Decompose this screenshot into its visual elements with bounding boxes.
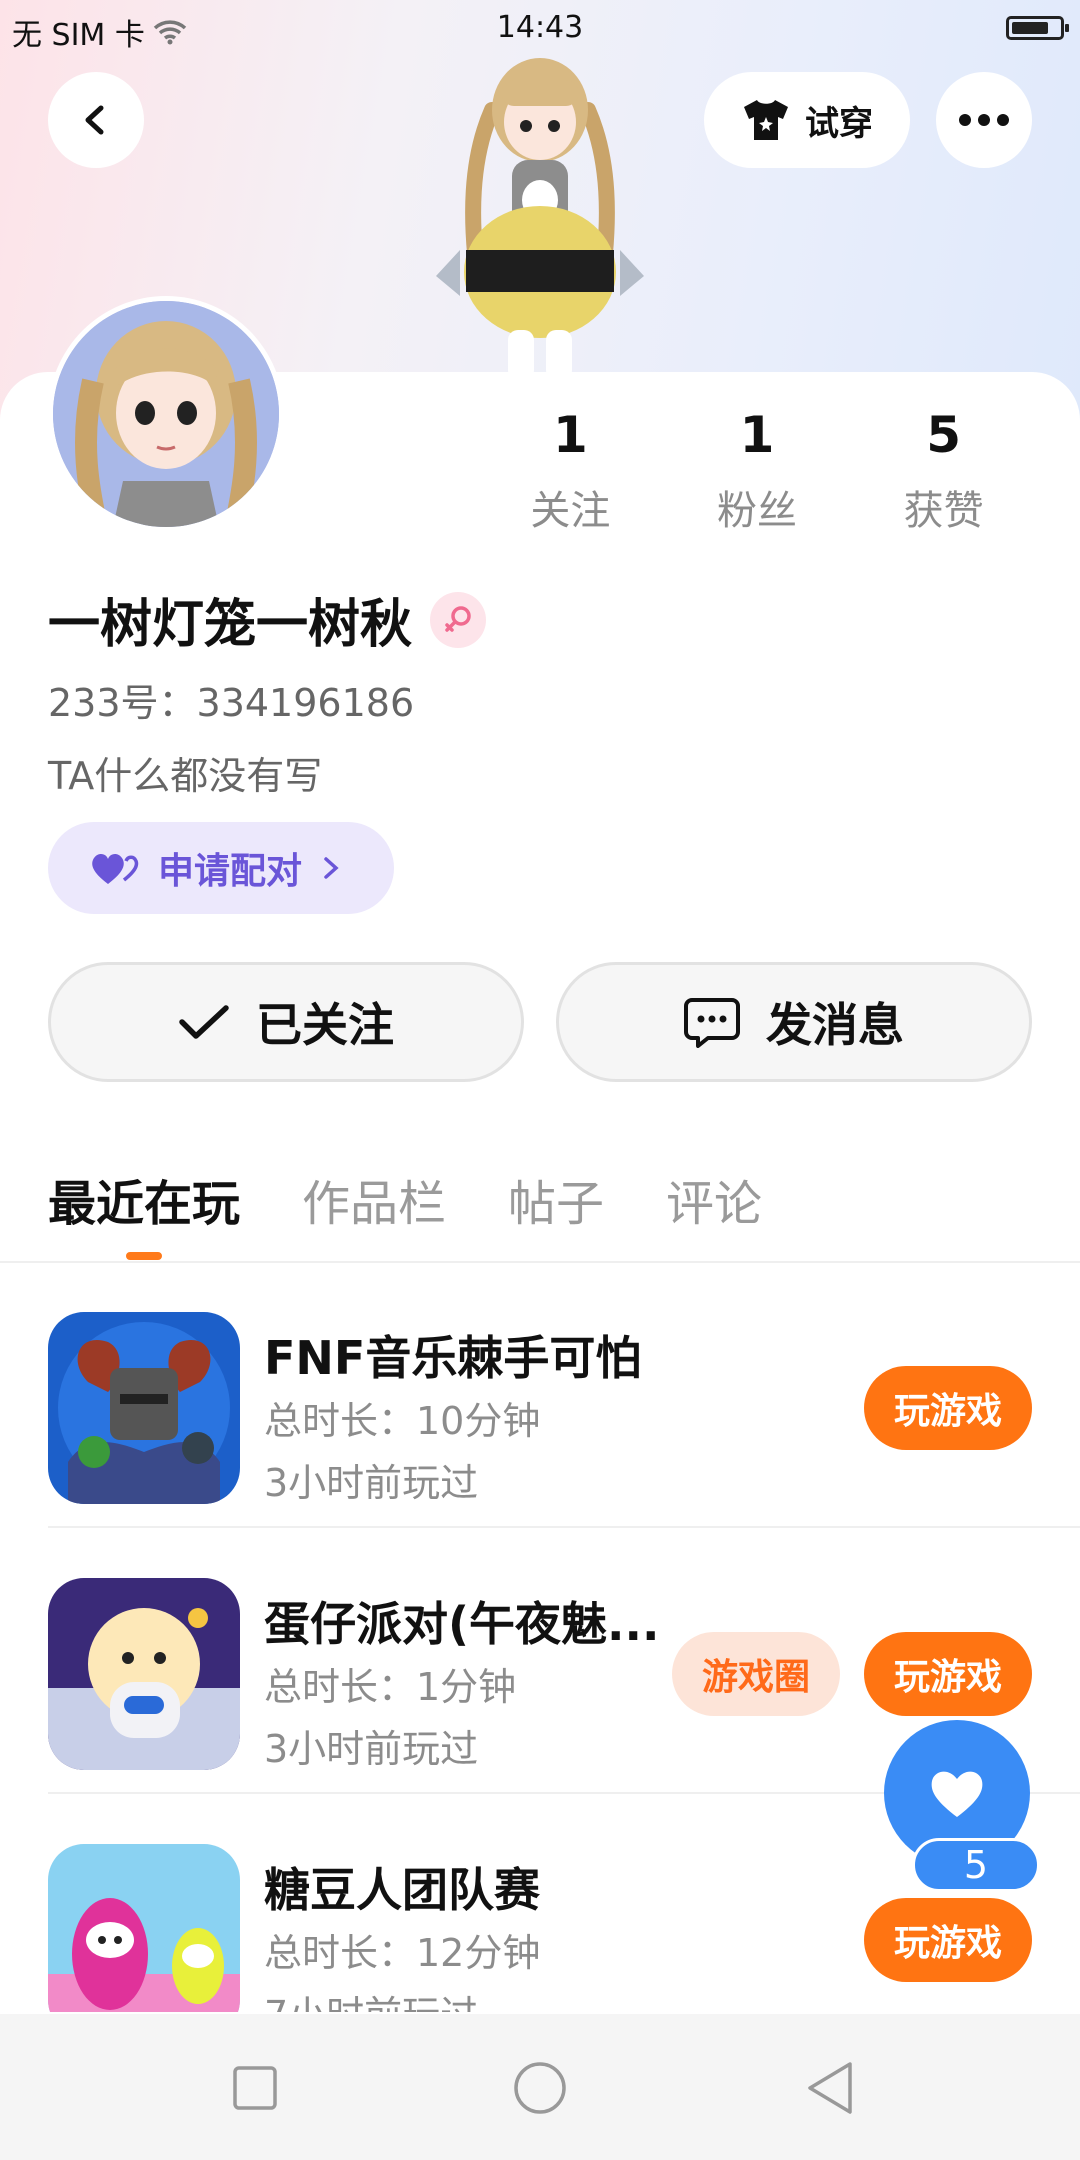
avatar-character-image <box>436 58 644 380</box>
tab-recently-played[interactable]: 最近在玩 <box>48 1164 240 1260</box>
try-on-label: 试穿 <box>805 103 873 144</box>
game-icon-eggy-party <box>48 1578 240 1770</box>
game-last-played: 7小时前玩过 <box>264 1984 478 2012</box>
chevron-left-icon <box>85 105 104 135</box>
battery-icon <box>1006 16 1069 40</box>
profile-stats: 1 关注 1 粉丝 5 获赞 <box>480 400 1040 536</box>
chat-bubble-icon <box>684 998 740 1048</box>
game-last-played: 3小时前玩过 <box>264 1727 479 1771</box>
following-stat[interactable]: 1 关注 <box>474 400 667 536</box>
home-button[interactable] <box>510 2058 570 2118</box>
system-navigation-bar <box>0 2014 1080 2160</box>
user-bio: TA什么都没有写 <box>48 754 323 798</box>
back-nav-button[interactable] <box>800 2058 860 2118</box>
more-options-button[interactable] <box>936 72 1032 168</box>
tab-posts[interactable]: 帖子 <box>508 1164 604 1256</box>
list-item[interactable]: FNF音乐棘手可怕 总时长：10分钟 3小时前玩过 玩游戏 <box>0 1262 1080 1528</box>
back-button[interactable] <box>48 72 144 168</box>
game-name: FNF音乐棘手可怕 <box>264 1331 642 1385</box>
user-id: 233号：334196186 <box>48 681 415 725</box>
square-icon <box>233 2066 277 2110</box>
double-heart-icon <box>92 853 139 884</box>
likes-label: 获赞 <box>903 488 984 534</box>
recently-played-list: FNF音乐棘手可怕 总时长：10分钟 3小时前玩过 玩游戏 蛋仔派对(午夜魅..… <box>0 1262 1080 2012</box>
send-message-label: 发消息 <box>766 998 904 1052</box>
game-name: 糖豆人团队赛 <box>264 1863 540 1917</box>
send-message-button[interactable]: 发消息 <box>556 962 1032 1082</box>
heart-icon <box>931 1771 983 1817</box>
username-row: 一树灯笼一树秋 <box>48 582 487 657</box>
avatar[interactable] <box>48 296 284 532</box>
followed-label: 已关注 <box>256 998 394 1052</box>
play-game-button[interactable]: 玩游戏 <box>864 1632 1032 1716</box>
game-icon-fall-guys <box>48 1844 240 2012</box>
following-label: 关注 <box>530 488 611 534</box>
try-on-button[interactable]: 试穿 <box>704 72 910 168</box>
game-name: 蛋仔派对(午夜魅... <box>264 1597 660 1651</box>
tab-works[interactable]: 作品栏 <box>302 1164 446 1256</box>
female-gender-icon <box>430 591 487 648</box>
play-game-button[interactable]: 玩游戏 <box>864 1898 1032 1982</box>
circle-icon <box>514 2062 566 2114</box>
game-last-played: 3小时前玩过 <box>264 1461 479 1505</box>
game-circle-button[interactable]: 游戏圈 <box>672 1632 840 1716</box>
chevron-right-icon <box>324 857 339 879</box>
followed-button[interactable]: 已关注 <box>48 962 524 1082</box>
followers-count: 1 <box>739 406 775 464</box>
status-time: 14:43 <box>496 10 584 45</box>
game-duration: 总时长：1分钟 <box>264 1665 517 1709</box>
following-count: 1 <box>552 406 588 464</box>
followers-label: 粉丝 <box>717 488 797 534</box>
followers-stat[interactable]: 1 粉丝 <box>661 400 854 536</box>
recent-apps-button[interactable] <box>225 2058 285 2118</box>
game-duration: 总时长：12分钟 <box>264 1931 541 1975</box>
like-count-badge: 5 <box>912 1838 1040 1892</box>
username: 一树灯笼一树秋 <box>48 595 413 655</box>
checkmark-icon <box>179 1005 229 1039</box>
request-pair-label: 申请配对 <box>158 851 303 892</box>
likes-count: 5 <box>926 406 962 464</box>
tab-comments[interactable]: 评论 <box>666 1164 762 1256</box>
game-duration: 总时长：10分钟 <box>264 1399 541 1443</box>
more-icon <box>959 114 1009 126</box>
avatar-portrait-image <box>53 301 279 530</box>
game-icon-fnf <box>48 1312 240 1504</box>
tshirt-icon <box>744 100 788 140</box>
profile-tabs: 最近在玩 作品栏 帖子 评论 <box>48 1164 762 1260</box>
status-bar: 无 SIM 卡 14:43 <box>0 0 1080 56</box>
request-pair-button[interactable]: 申请配对 <box>48 822 394 914</box>
triangle-back-icon <box>808 2062 852 2114</box>
likes-stat[interactable]: 5 获赞 <box>847 400 1040 536</box>
play-game-button[interactable]: 玩游戏 <box>864 1366 1032 1450</box>
